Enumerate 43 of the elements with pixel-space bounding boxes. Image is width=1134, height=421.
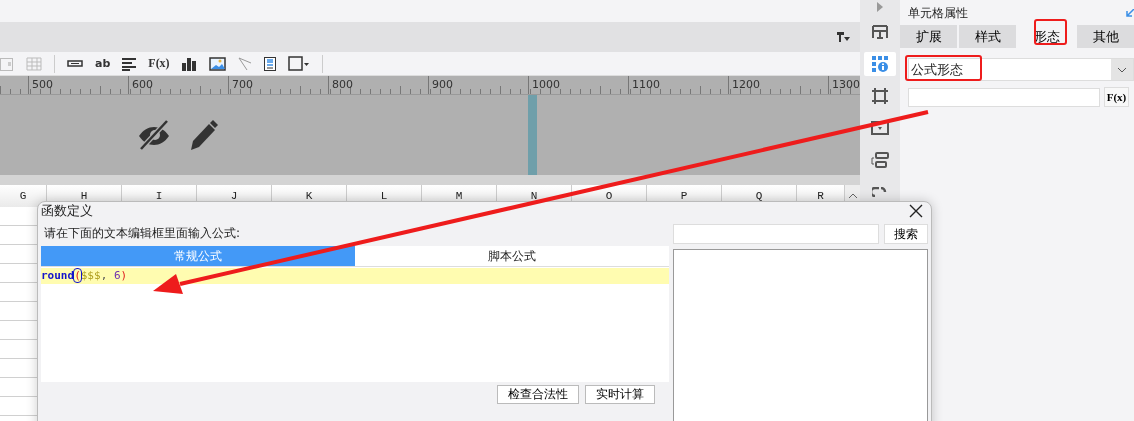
border-icon[interactable]	[287, 55, 310, 72]
formula-button[interactable]: F(x)	[148, 56, 170, 71]
ruler-label: 1100	[628, 76, 728, 94]
format-painter-icon[interactable]	[836, 31, 850, 43]
dialog-button[interactable]: 实时计算	[585, 385, 655, 404]
ruler-label: 900	[428, 76, 528, 94]
panel-title: 单元格属性	[908, 4, 968, 22]
search-field[interactable]	[673, 224, 879, 244]
search-button[interactable]: 搜索	[884, 224, 928, 244]
panel-tab[interactable]: 其他	[1077, 25, 1134, 48]
text-button[interactable]: ab	[95, 57, 111, 70]
chevron-down-icon[interactable]	[1117, 66, 1127, 73]
side-tab[interactable]	[864, 52, 896, 76]
dialog-button[interactable]: 检查合法性	[497, 385, 579, 404]
ruler-label: 500	[28, 76, 128, 94]
eye-slash-icon[interactable]	[137, 119, 171, 151]
cell-info-icon[interactable]	[871, 55, 889, 73]
ruler-label: 1000	[528, 76, 628, 94]
ruler-label: 1200	[728, 76, 828, 94]
pencil-icon[interactable]	[189, 119, 219, 151]
align-left-icon[interactable]	[122, 56, 137, 71]
arrow-icon[interactable]	[1126, 9, 1134, 17]
dropdown-box-icon[interactable]	[871, 120, 889, 136]
formula-field[interactable]	[908, 87, 1100, 107]
ruler-label: 600	[128, 76, 228, 94]
ruler-label: 700	[228, 76, 328, 94]
image-icon[interactable]	[208, 56, 226, 71]
scroll-up-icon[interactable]	[847, 193, 858, 199]
frame-icon[interactable]	[871, 87, 889, 105]
table-insert-icon[interactable]	[871, 23, 889, 41]
bar-chart-icon[interactable]	[181, 56, 197, 71]
prompt-text: 请在下面的文本编辑框里面输入公式:	[43, 225, 242, 242]
formula-tab[interactable]: 脚本公式	[355, 246, 669, 266]
panel-tab[interactable]: 扩展	[900, 25, 957, 48]
highlight-frame	[1034, 19, 1067, 45]
formula-button[interactable]: F(x)	[1104, 87, 1129, 107]
layout-icon[interactable]	[871, 152, 889, 168]
document-icon[interactable]	[263, 56, 276, 71]
panel-tab[interactable]: 样式	[959, 25, 1016, 48]
ruler-label: 800	[328, 76, 428, 94]
link-icon[interactable]	[872, 187, 888, 197]
text-field-icon[interactable]	[67, 59, 83, 68]
style-dropdown[interactable]: 公式形态	[908, 58, 1134, 81]
